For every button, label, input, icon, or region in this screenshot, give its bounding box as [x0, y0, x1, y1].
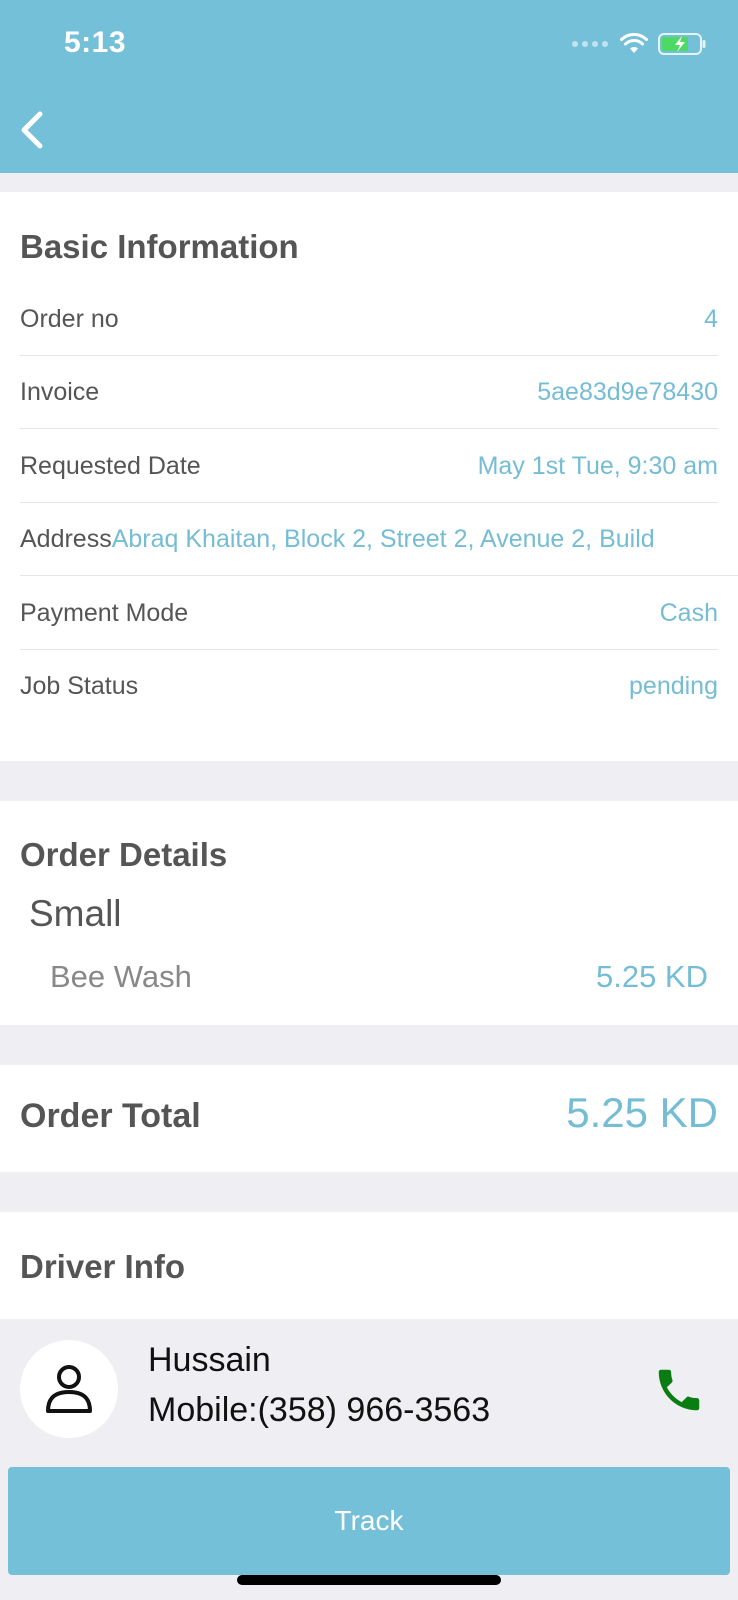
invoice-label: Invoice: [20, 377, 100, 406]
payment-mode-label: Payment Mode: [20, 598, 189, 627]
order-no-row: Order no 4: [20, 283, 718, 356]
order-item-price: 5.25 KD: [595, 959, 708, 994]
driver-name: Hussain: [148, 1341, 271, 1379]
driver-info-title: Driver Info: [20, 1248, 186, 1285]
order-total-value: 5.25 KD: [566, 1089, 718, 1136]
track-button[interactable]: Track: [8, 1467, 730, 1575]
driver-mobile: Mobile:(358) 966-3563: [148, 1391, 491, 1429]
invoice-value: 5ae83d9e78430: [537, 377, 718, 406]
requested-date-value: May 1st Tue, 9:30 am: [477, 451, 718, 480]
payment-mode-value: Cash: [659, 598, 718, 627]
home-indicator: [237, 1575, 501, 1585]
driver-info-section: Driver Info: [0, 1212, 738, 1319]
status-time: 5:13: [64, 26, 127, 59]
avatar: [20, 1340, 118, 1438]
driver-card: Hussain Mobile:(358) 966-3563: [0, 1319, 738, 1467]
order-size: Small: [29, 893, 122, 934]
order-no-label: Order no: [20, 304, 119, 333]
invoice-row: Invoice 5ae83d9e78430: [20, 356, 718, 429]
signal-icon: [572, 41, 608, 47]
job-status-row: Job Status pending: [20, 650, 718, 723]
job-status-value: pending: [629, 672, 718, 700]
order-details-section: Order Details Small Bee Wash 5.25 KD: [0, 801, 738, 1025]
address-value: Abraq Khaitan, Block 2, Street 2, Avenue…: [111, 524, 655, 553]
address-row: Address Abraq Khaitan, Block 2, Street 2…: [20, 503, 738, 576]
back-button[interactable]: [14, 106, 54, 154]
battery-icon: [658, 33, 706, 55]
app-header: 5:13: [0, 0, 738, 173]
order-item-name: Bee Wash: [50, 959, 192, 994]
order-total-label: Order Total: [20, 1097, 201, 1135]
job-status-label: Job Status: [20, 672, 139, 700]
payment-mode-row: Payment Mode Cash: [20, 577, 718, 650]
order-details-title: Order Details: [20, 836, 228, 873]
basic-information-title: Basic Information: [20, 228, 299, 265]
wifi-icon: [620, 33, 648, 53]
requested-date-row: Requested Date May 1st Tue, 9:30 am: [20, 430, 718, 503]
requested-date-label: Requested Date: [20, 451, 201, 480]
basic-information-section: Basic Information Order no 4 Invoice 5ae…: [0, 192, 738, 761]
order-no-value: 4: [704, 304, 718, 333]
address-label: Address: [20, 524, 112, 553]
status-icons: [572, 32, 708, 56]
phone-icon[interactable]: [652, 1363, 706, 1417]
user-icon: [46, 1365, 92, 1413]
order-total-section: Order Total 5.25 KD: [0, 1065, 738, 1172]
